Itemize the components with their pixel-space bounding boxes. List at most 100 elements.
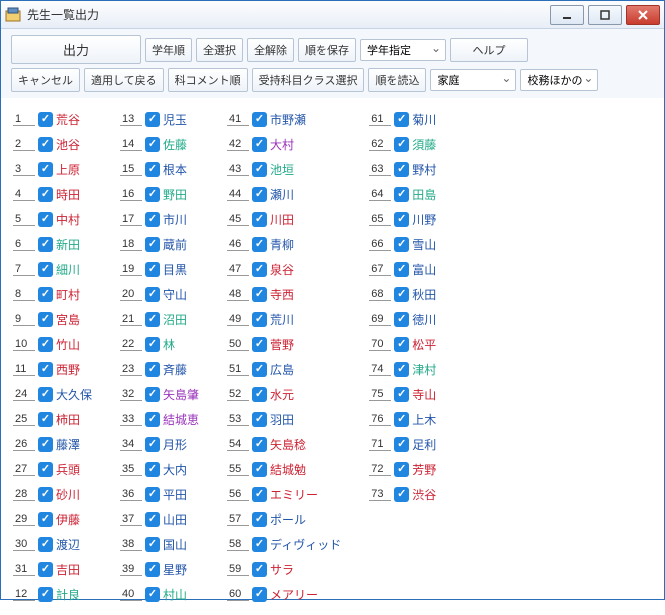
output-button[interactable]: 出力 bbox=[11, 35, 141, 64]
teacher-item[interactable]: 39✓星野 bbox=[120, 558, 199, 580]
checkbox-icon[interactable]: ✓ bbox=[145, 112, 160, 127]
help-button[interactable]: ヘルプ bbox=[450, 38, 528, 62]
subject-comment-order-button[interactable]: 科コメント順 bbox=[168, 68, 248, 92]
teacher-item[interactable]: 43✓池垣 bbox=[227, 158, 341, 180]
teacher-item[interactable]: 2✓池谷 bbox=[13, 133, 92, 155]
checkbox-icon[interactable]: ✓ bbox=[252, 387, 267, 402]
checkbox-icon[interactable]: ✓ bbox=[38, 187, 53, 202]
checkbox-icon[interactable]: ✓ bbox=[38, 137, 53, 152]
teacher-item[interactable]: 40✓村山 bbox=[120, 583, 199, 605]
checkbox-icon[interactable]: ✓ bbox=[145, 212, 160, 227]
teacher-item[interactable]: 1✓荒谷 bbox=[13, 108, 92, 130]
checkbox-icon[interactable]: ✓ bbox=[252, 112, 267, 127]
teacher-item[interactable]: 14✓佐藤 bbox=[120, 133, 199, 155]
checkbox-icon[interactable]: ✓ bbox=[38, 562, 53, 577]
teacher-item[interactable]: 29✓伊藤 bbox=[13, 508, 92, 530]
teacher-item[interactable]: 54✓矢島稔 bbox=[227, 433, 341, 455]
teacher-item[interactable]: 20✓守山 bbox=[120, 283, 199, 305]
checkbox-icon[interactable]: ✓ bbox=[145, 462, 160, 477]
checkbox-icon[interactable]: ✓ bbox=[252, 437, 267, 452]
teacher-item[interactable]: 41✓市野瀬 bbox=[227, 108, 341, 130]
checkbox-icon[interactable]: ✓ bbox=[394, 212, 409, 227]
teacher-item[interactable]: 34✓月形 bbox=[120, 433, 199, 455]
checkbox-icon[interactable]: ✓ bbox=[145, 362, 160, 377]
checkbox-icon[interactable]: ✓ bbox=[145, 512, 160, 527]
checkbox-icon[interactable]: ✓ bbox=[145, 137, 160, 152]
save-order-button[interactable]: 順を保存 bbox=[298, 38, 356, 62]
teacher-item[interactable]: 6✓新田 bbox=[13, 233, 92, 255]
checkbox-icon[interactable]: ✓ bbox=[145, 587, 160, 602]
cancel-button[interactable]: キャンセル bbox=[11, 68, 80, 92]
checkbox-icon[interactable]: ✓ bbox=[252, 237, 267, 252]
checkbox-icon[interactable]: ✓ bbox=[252, 337, 267, 352]
teacher-item[interactable]: 7✓細川 bbox=[13, 258, 92, 280]
teacher-item[interactable]: 52✓水元 bbox=[227, 383, 341, 405]
checkbox-icon[interactable]: ✓ bbox=[145, 537, 160, 552]
grade-order-button[interactable]: 学年順 bbox=[145, 38, 192, 62]
checkbox-icon[interactable]: ✓ bbox=[38, 462, 53, 477]
checkbox-icon[interactable]: ✓ bbox=[252, 512, 267, 527]
teacher-item[interactable]: 58✓ディヴィッド bbox=[227, 533, 341, 555]
teacher-item[interactable]: 76✓上木 bbox=[369, 408, 436, 430]
checkbox-icon[interactable]: ✓ bbox=[252, 487, 267, 502]
household-select[interactable]: 家庭 bbox=[430, 69, 516, 91]
checkbox-icon[interactable]: ✓ bbox=[38, 162, 53, 177]
checkbox-icon[interactable]: ✓ bbox=[38, 212, 53, 227]
teacher-item[interactable]: 72✓芳野 bbox=[369, 458, 436, 480]
checkbox-icon[interactable]: ✓ bbox=[38, 487, 53, 502]
teacher-item[interactable]: 48✓寺西 bbox=[227, 283, 341, 305]
teacher-item[interactable]: 38✓国山 bbox=[120, 533, 199, 555]
checkbox-icon[interactable]: ✓ bbox=[38, 312, 53, 327]
checkbox-icon[interactable]: ✓ bbox=[38, 362, 53, 377]
teacher-item[interactable]: 5✓中村 bbox=[13, 208, 92, 230]
class-select-button[interactable]: 受持科目クラス選択 bbox=[252, 68, 365, 92]
checkbox-icon[interactable]: ✓ bbox=[145, 337, 160, 352]
teacher-item[interactable]: 50✓菅野 bbox=[227, 333, 341, 355]
teacher-item[interactable]: 71✓足利 bbox=[369, 433, 436, 455]
checkbox-icon[interactable]: ✓ bbox=[145, 562, 160, 577]
teacher-item[interactable]: 63✓野村 bbox=[369, 158, 436, 180]
checkbox-icon[interactable]: ✓ bbox=[394, 112, 409, 127]
checkbox-icon[interactable]: ✓ bbox=[394, 287, 409, 302]
checkbox-icon[interactable]: ✓ bbox=[38, 412, 53, 427]
teacher-item[interactable]: 62✓須藤 bbox=[369, 133, 436, 155]
checkbox-icon[interactable]: ✓ bbox=[252, 287, 267, 302]
teacher-item[interactable]: 60✓メアリー bbox=[227, 583, 341, 605]
checkbox-icon[interactable]: ✓ bbox=[38, 262, 53, 277]
teacher-item[interactable]: 59✓サラ bbox=[227, 558, 341, 580]
checkbox-icon[interactable]: ✓ bbox=[38, 237, 53, 252]
teacher-item[interactable]: 11✓西野 bbox=[13, 358, 92, 380]
teacher-item[interactable]: 47✓泉谷 bbox=[227, 258, 341, 280]
school-affairs-select[interactable]: 校務ほかの bbox=[520, 69, 598, 91]
checkbox-icon[interactable]: ✓ bbox=[252, 212, 267, 227]
checkbox-icon[interactable]: ✓ bbox=[394, 487, 409, 502]
teacher-item[interactable]: 61✓菊川 bbox=[369, 108, 436, 130]
teacher-item[interactable]: 32✓矢島肇 bbox=[120, 383, 199, 405]
teacher-item[interactable]: 10✓竹山 bbox=[13, 333, 92, 355]
teacher-item[interactable]: 21✓沼田 bbox=[120, 308, 199, 330]
load-order-button[interactable]: 順を読込 bbox=[368, 68, 426, 92]
teacher-item[interactable]: 3✓上原 bbox=[13, 158, 92, 180]
teacher-item[interactable]: 24✓大久保 bbox=[13, 383, 92, 405]
teacher-item[interactable]: 12✓計良 bbox=[13, 583, 92, 605]
teacher-item[interactable]: 19✓目黒 bbox=[120, 258, 199, 280]
teacher-item[interactable]: 73✓渋谷 bbox=[369, 483, 436, 505]
checkbox-icon[interactable]: ✓ bbox=[394, 312, 409, 327]
teacher-item[interactable]: 75✓寺山 bbox=[369, 383, 436, 405]
checkbox-icon[interactable]: ✓ bbox=[252, 187, 267, 202]
teacher-item[interactable]: 68✓秋田 bbox=[369, 283, 436, 305]
checkbox-icon[interactable]: ✓ bbox=[394, 187, 409, 202]
checkbox-icon[interactable]: ✓ bbox=[145, 312, 160, 327]
teacher-item[interactable]: 55✓結城勉 bbox=[227, 458, 341, 480]
checkbox-icon[interactable]: ✓ bbox=[252, 537, 267, 552]
teacher-item[interactable]: 64✓田島 bbox=[369, 183, 436, 205]
checkbox-icon[interactable]: ✓ bbox=[145, 187, 160, 202]
checkbox-icon[interactable]: ✓ bbox=[394, 437, 409, 452]
teacher-item[interactable]: 30✓渡辺 bbox=[13, 533, 92, 555]
teacher-item[interactable]: 22✓林 bbox=[120, 333, 199, 355]
checkbox-icon[interactable]: ✓ bbox=[252, 462, 267, 477]
teacher-item[interactable]: 53✓羽田 bbox=[227, 408, 341, 430]
teacher-item[interactable]: 49✓荒川 bbox=[227, 308, 341, 330]
teacher-item[interactable]: 16✓野田 bbox=[120, 183, 199, 205]
checkbox-icon[interactable]: ✓ bbox=[145, 262, 160, 277]
